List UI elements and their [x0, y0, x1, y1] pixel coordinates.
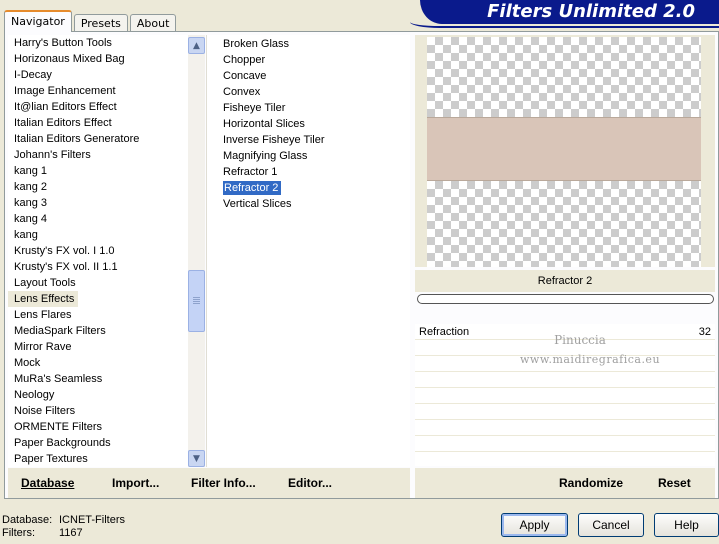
database-value: ICNET-Filters [59, 514, 125, 526]
tab-bar: Navigator Presets About [4, 10, 178, 32]
parameter-row-empty [415, 388, 715, 404]
category-list[interactable]: Harry's Button Tools Horizonaus Mixed Bag… [8, 35, 188, 467]
reset-link[interactable]: Reset [658, 476, 691, 490]
filter-item-label: Refractor 2 [223, 181, 282, 195]
category-item[interactable]: Mock [8, 355, 188, 371]
database-label: Database: [2, 514, 53, 526]
parameter-name: Refraction [419, 326, 470, 338]
category-scrollbar[interactable]: ▲ ▼ [188, 35, 205, 467]
filters-count: 1167 [59, 527, 83, 539]
category-item[interactable]: MediaSpark Filters [8, 323, 188, 339]
category-item[interactable]: It@lian Editors Effect [8, 99, 188, 115]
category-item[interactable]: I-Decay [8, 67, 188, 83]
category-item[interactable]: Italian Editors Effect [8, 115, 188, 131]
preview-color-band [427, 117, 701, 181]
right-link-bar: Randomize Reset [415, 468, 715, 498]
filter-item[interactable]: Concave [217, 68, 410, 84]
filter-item-label: Inverse Fisheye Tiler [223, 134, 325, 146]
watermark-line-1: Pinuccia [554, 333, 606, 347]
filter-info-link[interactable]: Filter Info... [191, 476, 256, 490]
filter-item-label: Vertical Slices [223, 198, 292, 210]
filter-panel: Broken Glass Chopper Concave Convex Fisheye … [206, 35, 410, 467]
filter-item[interactable]: Convex [217, 84, 410, 100]
parameter-row-empty [415, 436, 715, 452]
category-item[interactable]: Krusty's FX vol. II 1.1 [8, 259, 188, 275]
filter-item[interactable]: Inverse Fisheye Tiler [217, 132, 410, 148]
chevron-down-icon: ▼ [193, 453, 200, 464]
filter-item[interactable]: Magnifying Glass [217, 148, 410, 164]
status-database: Database: ICNET-Filters [2, 514, 125, 527]
parameter-value: 32 [698, 326, 711, 338]
category-item[interactable]: kang 1 [8, 163, 188, 179]
filter-item[interactable]: Broken Glass [217, 36, 410, 52]
parameter-row-empty [415, 372, 715, 388]
help-button[interactable]: Help [654, 513, 719, 537]
category-item[interactable]: Neology [8, 387, 188, 403]
filter-item-label: Refractor 1 [223, 166, 278, 178]
filter-item-label: Horizontal Slices [223, 118, 305, 130]
filter-item[interactable]: Fisheye Tiler [217, 100, 410, 116]
category-item[interactable]: ORMENTE Filters [8, 419, 188, 435]
scroll-up-button[interactable]: ▲ [188, 37, 205, 54]
filters-label: Filters: [2, 527, 35, 539]
effect-name-label: Refractor 2 [415, 270, 715, 292]
category-item[interactable]: Harry's Button Tools [8, 35, 188, 51]
category-item[interactable]: kang 3 [8, 195, 188, 211]
category-item[interactable]: Paper Backgrounds [8, 435, 188, 451]
tab-about[interactable]: About [129, 14, 177, 32]
filter-item[interactable]: Horizontal Slices [217, 116, 410, 132]
filter-item-label: Fisheye Tiler [223, 102, 286, 114]
filter-item[interactable]: Chopper [217, 52, 410, 68]
watermark-line-2: www.maidiregrafica.eu [520, 353, 661, 366]
category-item[interactable]: Lens Effects [8, 291, 79, 307]
database-link[interactable]: Database [21, 476, 74, 490]
category-panel: Harry's Button Tools Horizonaus Mixed Bag… [8, 35, 205, 467]
parameter-row-empty [415, 420, 715, 436]
scroll-thumb[interactable] [188, 270, 205, 332]
filter-list[interactable]: Broken Glass Chopper Concave Convex Fisheye … [207, 35, 410, 212]
filter-item-label: Magnifying Glass [223, 150, 308, 162]
filter-item-label: Convex [223, 86, 261, 98]
category-item[interactable]: Paper Textures [8, 451, 188, 467]
filter-item[interactable]: Refractor 2 [217, 180, 410, 196]
category-item[interactable]: Mirror Rave [8, 339, 188, 355]
banner-swoosh [410, 22, 719, 28]
left-link-bar: Database Import... Filter Info... Editor… [8, 468, 410, 498]
randomize-link[interactable]: Randomize [559, 476, 623, 490]
import-link[interactable]: Import... [112, 476, 159, 490]
category-item[interactable]: Krusty's FX vol. I 1.0 [8, 243, 188, 259]
tab-presets[interactable]: Presets [73, 14, 128, 32]
filter-item[interactable]: Vertical Slices [217, 196, 410, 212]
tab-navigator[interactable]: Navigator [4, 10, 72, 32]
status-filters: Filters: 1167 [2, 527, 125, 540]
category-item[interactable]: Lens Flares [8, 307, 188, 323]
category-item[interactable]: MuRa's Seamless [8, 371, 188, 387]
filter-item-label: Chopper [223, 54, 266, 66]
category-item[interactable]: kang [8, 227, 188, 243]
cancel-button[interactable]: Cancel [578, 513, 644, 537]
chevron-up-icon: ▲ [193, 40, 200, 51]
app-title-banner: Filters Unlimited 2.0 [420, 0, 719, 24]
filter-item-label: Concave [223, 70, 267, 82]
apply-button[interactable]: Apply [501, 513, 568, 537]
preview-area [415, 35, 715, 267]
progress-bar [417, 294, 714, 304]
parameter-row-empty [415, 404, 715, 420]
editor-link[interactable]: Editor... [288, 476, 332, 490]
category-item[interactable]: Johann's Filters [8, 147, 188, 163]
category-item[interactable]: Italian Editors Generatore [8, 131, 188, 147]
filter-item[interactable]: Refractor 1 [217, 164, 410, 180]
category-item[interactable]: kang 2 [8, 179, 188, 195]
grip-icon [193, 297, 200, 305]
watermark: Pinuccia www.maidiregrafica.eu [520, 330, 661, 370]
filter-item-label: Broken Glass [223, 38, 290, 50]
category-item[interactable]: Horizonaus Mixed Bag [8, 51, 188, 67]
preview-image[interactable] [427, 37, 701, 267]
category-item[interactable]: Noise Filters [8, 403, 188, 419]
category-item[interactable]: kang 4 [8, 211, 188, 227]
category-item[interactable]: Image Enhancement [8, 83, 188, 99]
status-info: Database: ICNET-Filters Filters: 1167 [2, 514, 125, 540]
scroll-down-button[interactable]: ▼ [188, 450, 205, 467]
category-item[interactable]: Layout Tools [8, 275, 188, 291]
